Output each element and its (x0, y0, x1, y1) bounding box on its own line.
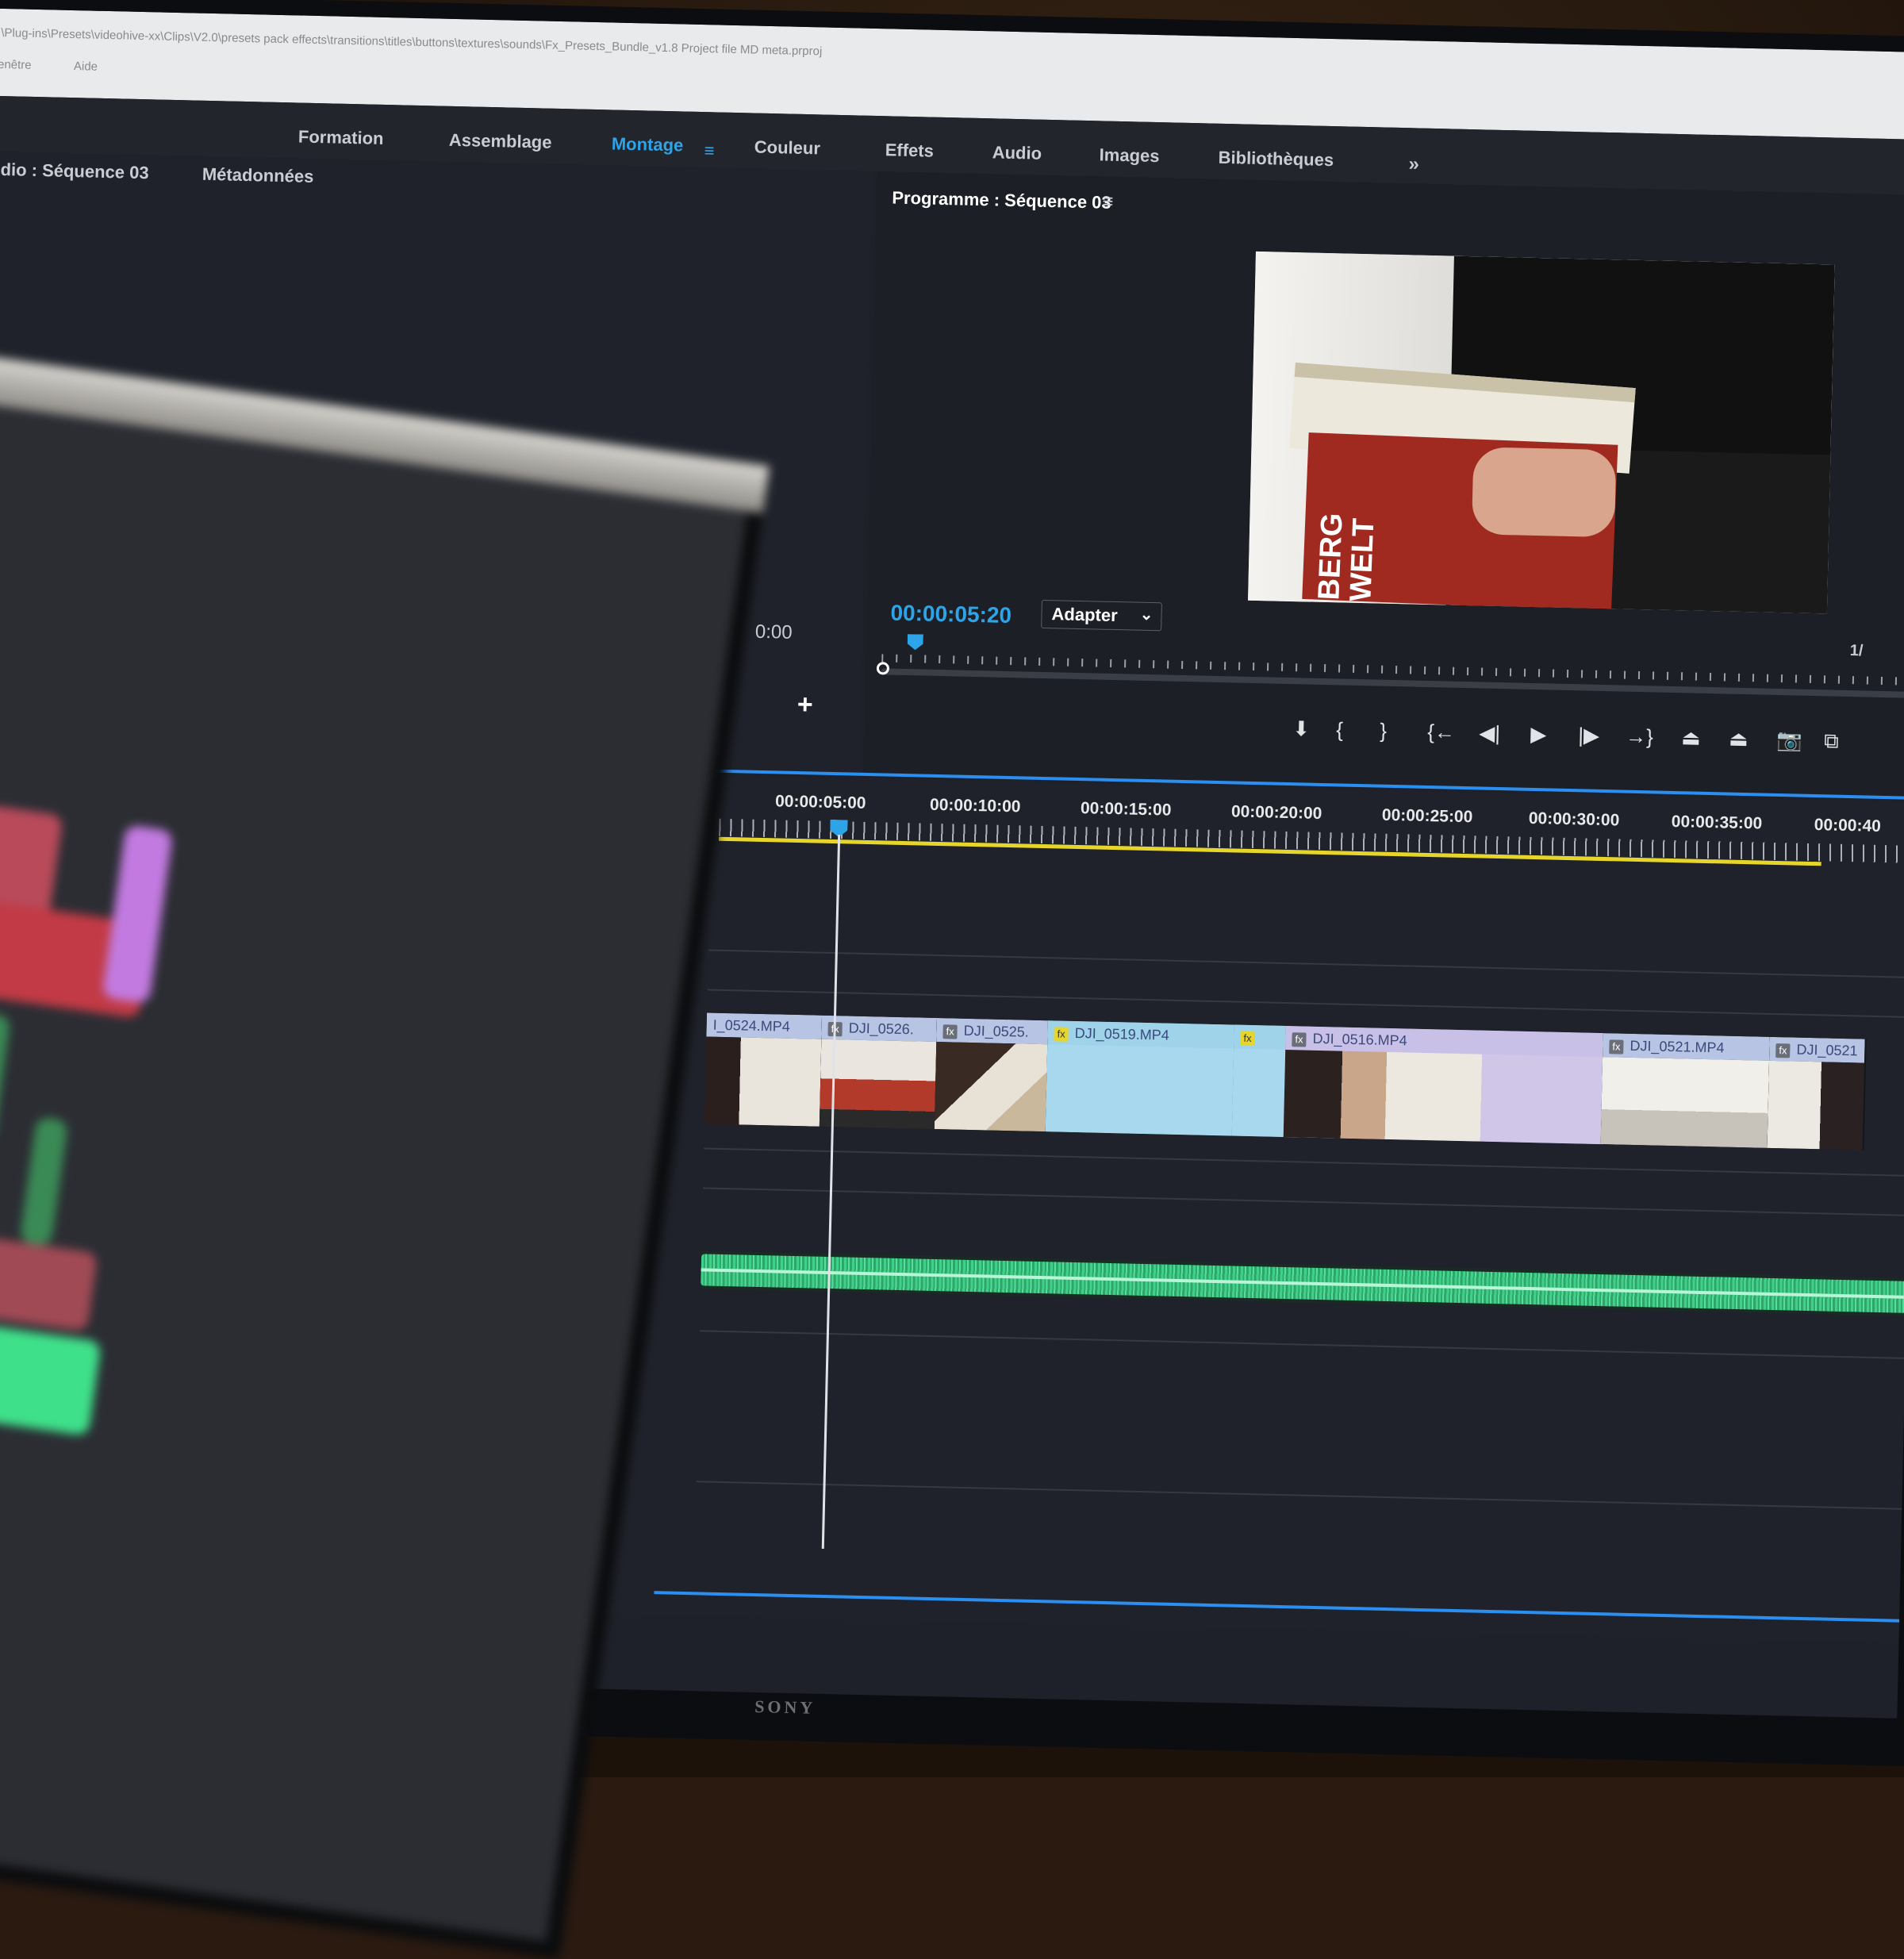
tab-audio[interactable]: Audio (992, 142, 1042, 163)
go-to-in-icon[interactable]: {← (1427, 720, 1455, 745)
timeline-tick: 00:00:35:00 (1672, 812, 1763, 834)
export-frame-icon[interactable]: 📷 (1776, 728, 1802, 753)
video-track-v1: I_0524.MP4 fxDJI_0526. fxDJI_0525. fxDJI… (704, 1012, 1833, 1149)
tab-assemblage[interactable]: Assemblage (449, 130, 552, 153)
clip-thumbnail (1601, 1057, 1769, 1148)
mark-out-icon[interactable]: } (1380, 719, 1387, 743)
timeline-clip[interactable]: fx DJI_0519.MP4 (1046, 1020, 1236, 1135)
timeline-tick: 00:00:20:00 (1231, 802, 1322, 824)
clip-label: DJI_0516.MP4 (1312, 1031, 1407, 1049)
blurred-shape (102, 824, 173, 1004)
track-divider (708, 949, 1904, 978)
clip-label: DJI_0519.MP4 (1074, 1025, 1169, 1043)
tab-images[interactable]: Images (1099, 144, 1159, 167)
timeline-clip[interactable]: fxDJI_0526. (820, 1016, 939, 1129)
timeline-clip[interactable]: fx (1232, 1025, 1288, 1137)
audio-track-a1[interactable] (701, 1250, 1904, 1316)
lift-icon[interactable]: ⏏ (1681, 725, 1701, 751)
timeline-tick: 00:00:10:00 (930, 796, 1021, 817)
audio-waveform (701, 1254, 1904, 1312)
menu-item-window[interactable]: Fenêtre (0, 58, 32, 72)
blurred-shape (19, 1116, 68, 1246)
timeline-tick: 00:00:40 (1814, 816, 1882, 836)
program-timecode[interactable]: 00:00:05:20 (890, 601, 1012, 628)
menu-item-help[interactable]: Aide (74, 60, 98, 74)
program-monitor-panel: Programme : Séquence 03 ≡ BERG WELT 00:0… (863, 171, 1904, 798)
timeline-tick: 00:00:25:00 (1382, 806, 1473, 828)
step-forward-icon[interactable]: |▶ (1578, 723, 1599, 748)
clip-thumbnail (1284, 1050, 1603, 1144)
timeline-tick: 00:00:05:00 (775, 792, 866, 813)
tab-metadonnees[interactable]: Métadonnées (202, 164, 314, 187)
timeline-clip[interactable]: fx DJI_0521 (1768, 1037, 1867, 1150)
timeline-tick: 00:00:30:00 (1529, 809, 1620, 831)
tab-couleur[interactable]: Couleur (754, 137, 821, 159)
resolution-dropdown[interactable]: 1/ (1850, 642, 1864, 660)
hamburger-menu-icon[interactable]: ≡ (704, 140, 714, 161)
clip-label: I_0524.MP4 (712, 1017, 790, 1035)
timeline-tick: 00:00:15:00 (1081, 799, 1172, 820)
program-panel-title[interactable]: Programme : Séquence 03 (892, 187, 1111, 213)
clip-thumbnail (704, 1036, 821, 1126)
timeline-clip[interactable]: fx DJI_0525. (935, 1018, 1050, 1131)
panel-menu-icon[interactable]: ≡ (1102, 191, 1114, 213)
fx-badge-icon: fx (942, 1024, 958, 1039)
tab-bibliotheques[interactable]: Bibliothèques (1218, 148, 1334, 171)
clip-label: DJI_0526. (849, 1020, 914, 1038)
blurred-shape (0, 1012, 11, 1143)
monitor-brand-logo: SONY (754, 1696, 816, 1719)
timeline-clip[interactable]: I_0524.MP4 (704, 1012, 823, 1126)
tab-formation[interactable]: Formation (298, 126, 384, 148)
clip-thumbnail (820, 1039, 936, 1129)
zoom-fit-dropdown[interactable]: Adapter ⌄ (1041, 600, 1162, 631)
source-timecode: 0:00 (755, 621, 793, 644)
project-path: ...\Plug-ins\Presets\videohive-xx\Clips\… (0, 26, 822, 59)
go-to-out-icon[interactable]: →} (1626, 724, 1653, 750)
track-divider (703, 1187, 1904, 1216)
track-divider (697, 1481, 1902, 1509)
video-hand (1472, 447, 1616, 537)
fx-badge-icon: fx (1292, 1032, 1307, 1047)
magazine-title: BERG WELT (1313, 449, 1383, 602)
clip-thumbnail (935, 1042, 1047, 1131)
track-divider (708, 989, 1904, 1017)
fx-badge-icon: fx (1775, 1043, 1791, 1058)
track-divider (704, 1147, 1904, 1176)
clip-label: DJI_0521.MP4 (1630, 1038, 1725, 1056)
tab-effets[interactable]: Effets (885, 140, 934, 161)
clip-thumbnail (1768, 1061, 1864, 1150)
menu-bar: Fenêtre Aide (0, 58, 137, 75)
play-icon[interactable]: ▶ (1530, 722, 1547, 747)
double-chevron-right-icon[interactable]: » (1408, 153, 1419, 175)
clip-thumbnail (1232, 1049, 1285, 1137)
fx-badge-icon: fx (1240, 1031, 1255, 1046)
clip-thumbnail (1046, 1044, 1234, 1135)
track-divider (700, 1330, 1904, 1358)
timeline-clip[interactable]: fx DJI_0516.MP4 (1284, 1026, 1605, 1144)
add-icon[interactable]: + (797, 689, 813, 720)
chevron-down-icon: ⌄ (1140, 605, 1154, 624)
zoom-fit-label: Adapter (1051, 604, 1118, 626)
timeline-clip[interactable]: fx DJI_0521.MP4 (1601, 1033, 1772, 1148)
program-video-frame: BERG WELT (1248, 252, 1835, 613)
tab-montage[interactable]: Montage (612, 133, 684, 156)
extract-icon[interactable]: ⏏ (1729, 727, 1749, 752)
comparison-view-icon[interactable]: ⧉ (1824, 728, 1839, 754)
mark-in-icon[interactable]: { (1336, 717, 1343, 742)
step-back-icon[interactable]: ◀| (1479, 720, 1500, 746)
fx-badge-icon: fx (1609, 1039, 1624, 1054)
tab-audio-sequence[interactable]: audio : Séquence 03 (0, 159, 149, 183)
clip-label: DJI_0525. (964, 1023, 1029, 1040)
add-marker-icon[interactable]: ⬇ (1292, 716, 1310, 741)
fx-badge-icon: fx (1054, 1027, 1069, 1041)
clip-label: DJI_0521 (1796, 1042, 1857, 1059)
